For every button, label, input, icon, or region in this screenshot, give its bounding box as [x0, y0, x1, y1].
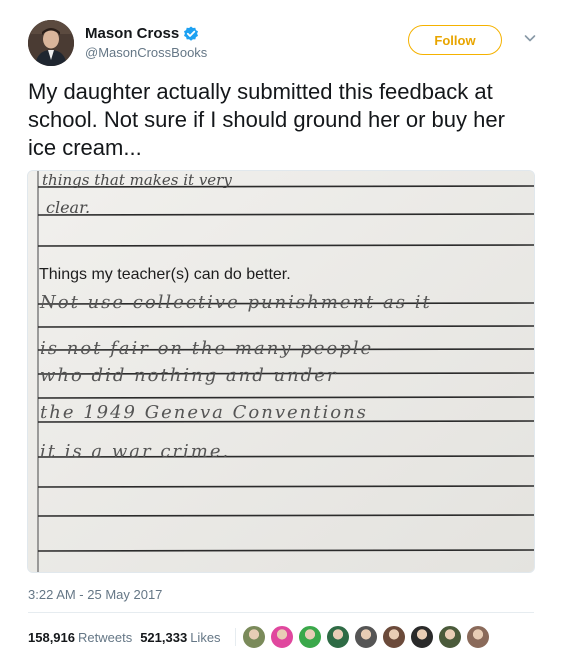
tweet-stats: 158,916 Retweets 521,333 Likes [28, 625, 494, 649]
likes-count: 521,333 [140, 629, 188, 645]
liker-avatar[interactable] [409, 625, 434, 649]
retweets-stat[interactable]: 158,916 Retweets [28, 630, 132, 645]
handwriting-line-1: Not use collective punishment as it [39, 292, 432, 313]
follow-button[interactable]: Follow [408, 25, 502, 55]
divider [28, 612, 534, 613]
likes-stat[interactable]: 521,333 Likes [140, 630, 220, 645]
tweet-header: Mason Cross @MasonCrossBooks Follow [28, 20, 548, 68]
handwriting-line-4: the 1949 Geneva Conventions [40, 402, 368, 423]
liker-avatar[interactable] [325, 625, 350, 649]
stats-separator [234, 628, 236, 646]
handwriting-line-3: who did nothing and under [40, 365, 337, 386]
liker-avatar[interactable] [269, 625, 294, 649]
chevron-down-icon[interactable] [522, 30, 538, 46]
worksheet-prompt: Things my teacher(s) can do better. [39, 266, 291, 283]
handwriting-top-2: clear. [46, 198, 90, 217]
retweets-label: Retweets [78, 629, 133, 645]
liker-avatar[interactable] [353, 625, 378, 649]
handwriting-top-1: things that makes it very [42, 171, 232, 189]
liker-avatars [241, 625, 494, 649]
liker-avatar[interactable] [437, 625, 462, 649]
handwriting-line-2: is not fair on the many people [40, 338, 373, 359]
liker-avatar[interactable] [465, 625, 490, 649]
likes-label: Likes [190, 629, 221, 645]
verified-badge-icon [183, 26, 199, 42]
retweets-count: 158,916 [28, 629, 75, 645]
tweet-timestamp[interactable]: 3:22 AM - 25 May 2017 [28, 587, 162, 602]
user-avatar[interactable] [28, 20, 74, 66]
liker-avatar[interactable] [297, 625, 322, 649]
user-name-block: Mason Cross @MasonCrossBooks [85, 25, 207, 60]
display-name[interactable]: Mason Cross [85, 25, 179, 42]
tweet-photo[interactable]: things that makes it very clear. Things … [27, 170, 535, 573]
user-handle[interactable]: @MasonCrossBooks [85, 45, 207, 60]
handwriting-line-5: it is a war crime. [40, 441, 230, 462]
liker-avatar[interactable] [241, 625, 266, 649]
liker-avatar[interactable] [381, 625, 406, 649]
tweet-text: My daughter actually submitted this feed… [28, 79, 505, 160]
